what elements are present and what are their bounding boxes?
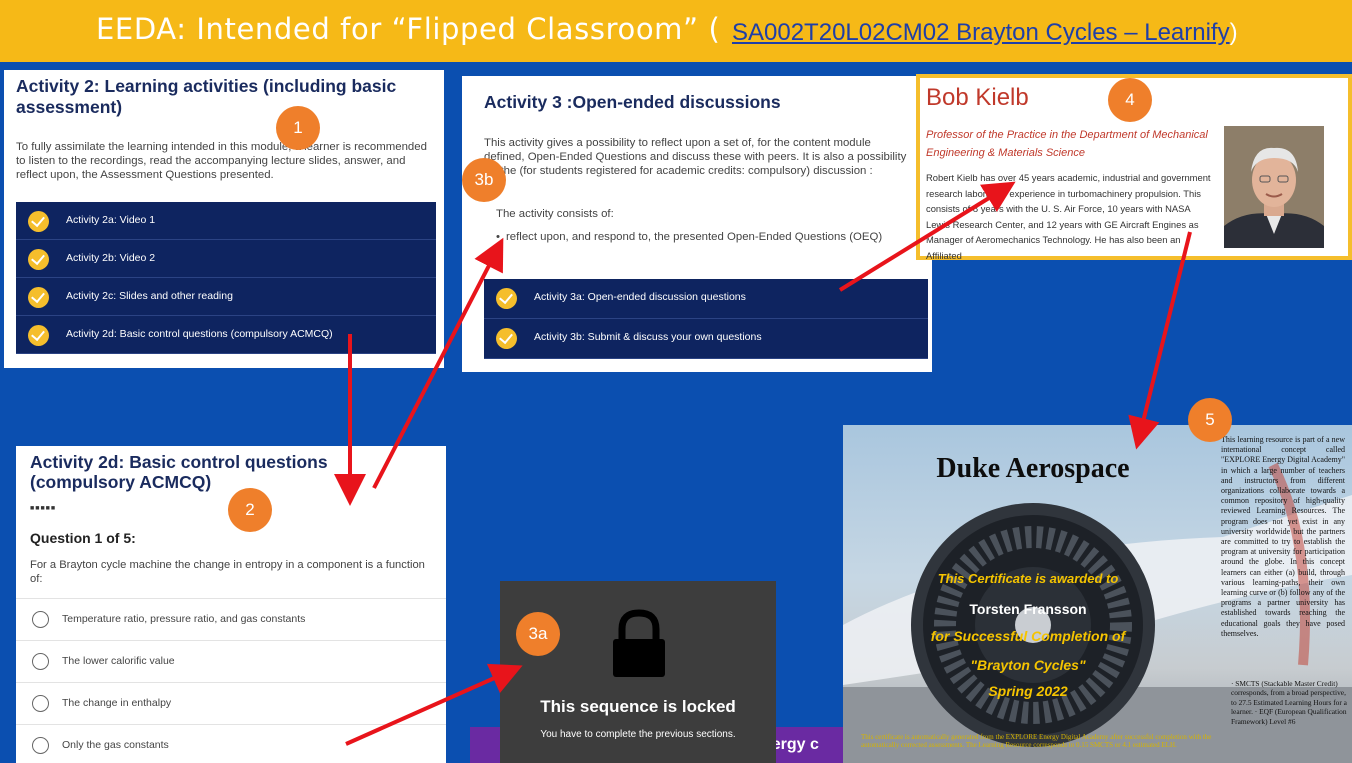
answer-option-label: The change in enthalpy	[62, 697, 172, 709]
activity-2-list: Activity 2a: Video 1 Activity 2b: Video …	[16, 202, 436, 354]
activity-3-title: Activity 3 :Open-ended discussions	[484, 92, 781, 112]
portrait-image	[1224, 126, 1324, 248]
learnify-course-link[interactable]: SA002T20L02CM02 Brayton Cycles – Learnif…	[732, 19, 1238, 47]
activity-3-bullet: reflect upon, and respond to, the presen…	[496, 230, 896, 244]
activity-3b-label: Activity 3b: Submit & discuss your own q…	[534, 331, 762, 343]
answer-option[interactable]: Temperature ratio, pressure ratio, and g…	[16, 598, 446, 640]
locked-title: This sequence is locked	[540, 697, 736, 716]
activity-3a-label: Activity 3a: Open-ended discussion quest…	[534, 291, 746, 303]
question-text: For a Brayton cycle machine the change i…	[30, 559, 425, 585]
title-bar: EEDA: Intended for “Flipped Classroom” (…	[0, 0, 1352, 62]
activity-2b-row[interactable]: Activity 2b: Video 2	[16, 240, 436, 278]
instructor-role: Professor of the Practice in the Departm…	[926, 129, 1208, 159]
certificate-footer: This certificate is automatically genera…	[861, 733, 1212, 749]
activity-2-description: To fully assimilate the learning intende…	[16, 141, 427, 181]
certificate-title: Duke Aerospace	[936, 453, 1130, 484]
activity-3-list: Activity 3a: Open-ended discussion quest…	[484, 279, 928, 359]
answer-options: Temperature ratio, pressure ratio, and g…	[16, 598, 446, 763]
learnify-course-link-text[interactable]: SA002T20L02CM02 Brayton Cycles – Learnif…	[732, 19, 1230, 46]
lock-icon	[613, 609, 665, 677]
instructor-photo	[1224, 126, 1324, 248]
check-icon	[496, 328, 517, 349]
instructor-bio: Robert Kielb has over 45 years academic,…	[926, 172, 1211, 261]
locked-sequence-overlay: This sequence is locked You have to comp…	[500, 581, 776, 763]
instructor-name: Bob Kielb	[926, 84, 1029, 111]
activity-2a-row[interactable]: Activity 2a: Video 1	[16, 202, 436, 240]
activity-2a-label: Activity 2a: Video 1	[66, 214, 156, 226]
step-badge-5: 5	[1188, 398, 1232, 442]
activity-3-consists: The activity consists of:	[496, 208, 614, 220]
radio-button[interactable]	[32, 695, 49, 712]
step-badge-1: 1	[276, 106, 320, 150]
certificate-course: "Brayton Cycles"	[970, 657, 1086, 673]
check-icon	[28, 211, 49, 232]
answer-option[interactable]: The change in enthalpy	[16, 682, 446, 724]
answer-option[interactable]: Only the gas constants	[16, 724, 446, 763]
locked-subtitle: You have to complete the previous sectio…	[540, 729, 736, 740]
title-close-paren: )	[1229, 19, 1238, 46]
certificate-credits-text: · SMCTS (Stackable Master Credit) corres…	[1231, 679, 1347, 726]
radio-button[interactable]	[32, 611, 49, 628]
activity-3b-row[interactable]: Activity 3b: Submit & discuss your own q…	[484, 319, 928, 359]
radio-button[interactable]	[32, 737, 49, 754]
activity-2-panel: Activity 2: Learning activities (includi…	[4, 70, 444, 368]
activity-2c-label: Activity 2c: Slides and other reading	[66, 290, 233, 302]
certificate-awarded: This Certificate is awarded to	[937, 571, 1119, 586]
activity-3-panel: Activity 3 :Open-ended discussions This …	[462, 76, 932, 372]
activity-2b-label: Activity 2b: Video 2	[66, 252, 156, 264]
certificate-side-text: This learning resource is part of a new …	[1221, 435, 1345, 638]
step-badge-4: 4	[1108, 78, 1152, 122]
activity-3-description: This activity gives a possibility to ref…	[484, 137, 907, 177]
step-badge-3b: 3b	[462, 158, 506, 202]
check-icon	[28, 325, 49, 346]
activity-2d-label: Activity 2d: Basic control questions (co…	[66, 328, 333, 340]
answer-option-label: Temperature ratio, pressure ratio, and g…	[62, 613, 306, 625]
quiz-panel: Activity 2d: Basic control questions (co…	[16, 446, 446, 763]
certificate-person: Torsten Fransson	[969, 601, 1087, 617]
step-badge-2: 2	[228, 488, 272, 532]
quiz-progress: ■■■■■	[30, 505, 57, 512]
page-title: EEDA: Intended for “Flipped Classroom” (	[96, 12, 721, 46]
certificate-term: Spring 2022	[988, 683, 1068, 699]
activity-2d-row[interactable]: Activity 2d: Basic control questions (co…	[16, 316, 436, 354]
question-number: Question 1 of 5:	[30, 530, 136, 546]
step-badge-3a: 3a	[516, 612, 560, 656]
activity-2-title: Activity 2: Learning activities (includi…	[16, 76, 397, 117]
certificate: Duke Aerospace This Certificate is award…	[843, 425, 1352, 763]
quiz-title: Activity 2d: Basic control questions (co…	[30, 452, 328, 492]
answer-option-label: Only the gas constants	[62, 739, 169, 751]
check-icon	[28, 287, 49, 308]
answer-option[interactable]: The lower calorific value	[16, 640, 446, 682]
activity-3a-row[interactable]: Activity 3a: Open-ended discussion quest…	[484, 279, 928, 319]
check-icon	[28, 249, 49, 270]
answer-option-label: The lower calorific value	[62, 655, 175, 667]
check-icon	[496, 288, 517, 309]
certificate-completion: for Successful Completion of	[930, 628, 1126, 644]
radio-button[interactable]	[32, 653, 49, 670]
activity-2c-row[interactable]: Activity 2c: Slides and other reading	[16, 278, 436, 316]
